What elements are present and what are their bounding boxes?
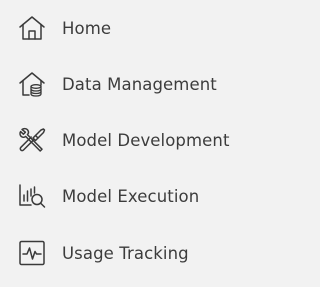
nav-item-home[interactable]: Home <box>0 0 272 56</box>
data-management-icon <box>17 69 47 99</box>
nav-item-label: Model Development <box>62 130 230 150</box>
tools-icon <box>17 125 47 155</box>
nav-item-label: Data Management <box>62 74 217 94</box>
side-navigation: Home Data Management Model Development M… <box>0 0 272 287</box>
nav-item-model-development[interactable]: Model Development <box>0 112 272 168</box>
home-icon <box>17 13 47 43</box>
pulse-monitor-icon <box>17 238 47 268</box>
nav-item-label: Home <box>62 18 112 38</box>
nav-item-usage-tracking[interactable]: Usage Tracking <box>0 225 272 281</box>
nav-item-model-execution[interactable]: Model Execution <box>0 168 272 224</box>
nav-item-label: Model Execution <box>62 186 200 206</box>
nav-item-data-management[interactable]: Data Management <box>0 56 272 112</box>
nav-item-label: Usage Tracking <box>62 243 189 263</box>
chart-search-icon <box>17 181 47 211</box>
